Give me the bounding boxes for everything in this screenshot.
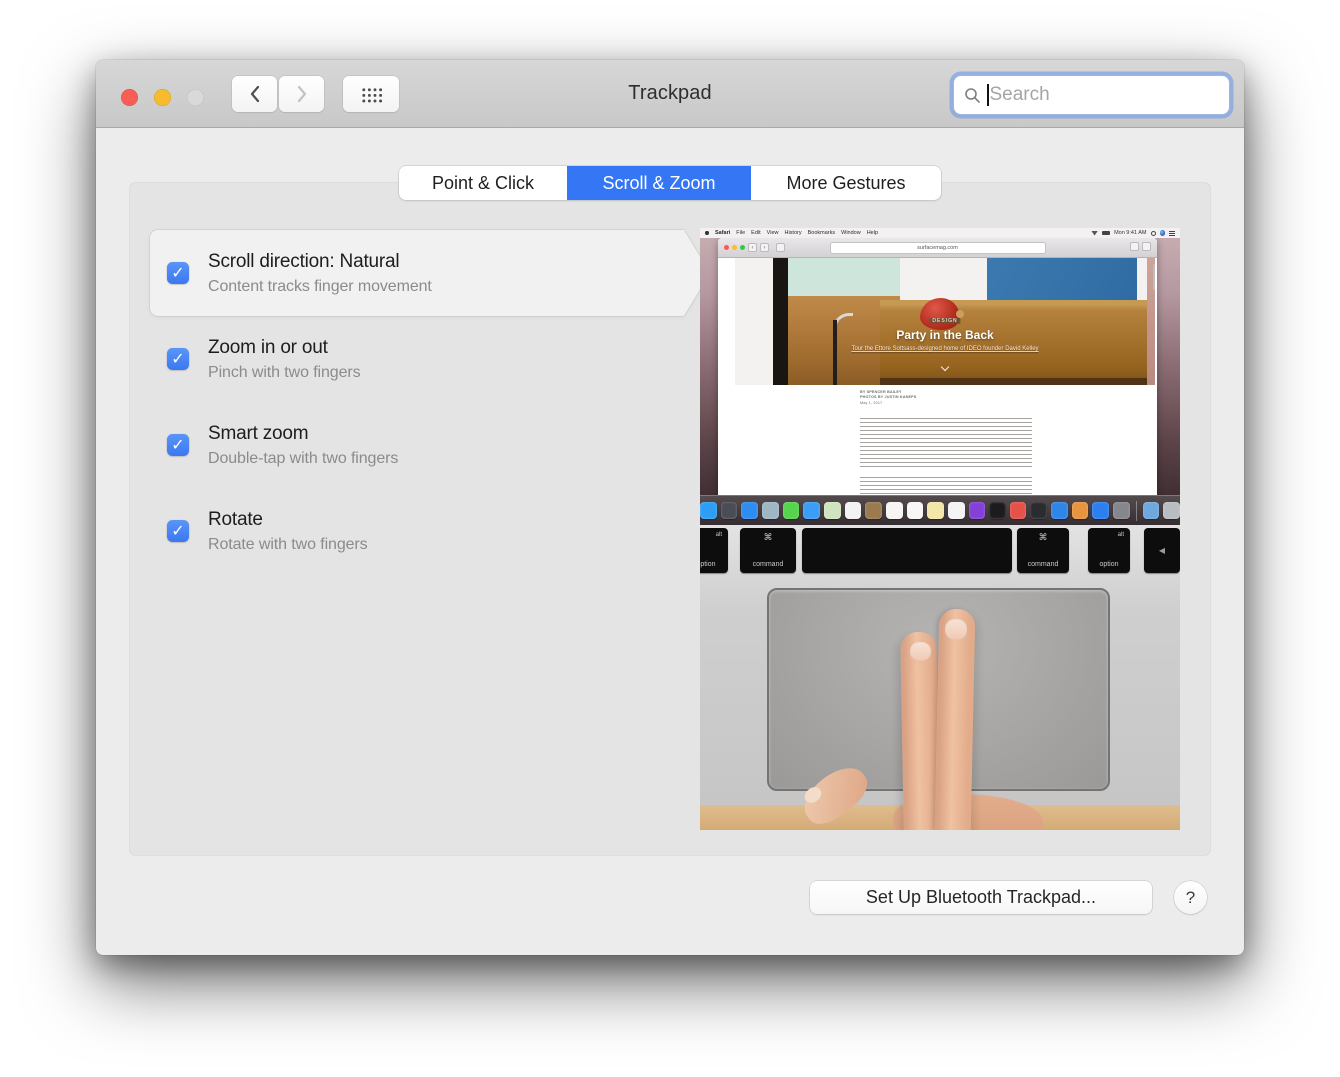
dock-divider [1136, 501, 1137, 521]
row-zoom-in-or-out[interactable]: ✓ Zoom in or out Pinch with two fingers [150, 316, 684, 402]
dock-icon-system-preferences [1113, 502, 1130, 519]
command-key-right: ⌘ command [1017, 528, 1069, 573]
index-fingernail [910, 642, 931, 661]
dock-icon-keynote [1051, 502, 1068, 519]
preview-menubar: Safari File Edit View History Bookmarks … [700, 228, 1180, 238]
middle-fingernail [945, 619, 967, 640]
space-bar-key [802, 528, 1012, 573]
dock-icon-stocks [1030, 502, 1047, 519]
article-paragraph [860, 418, 1032, 468]
row-smart-zoom[interactable]: ✓ Smart zoom Double-tap with two fingers [150, 402, 684, 488]
option-key-left: alt option [700, 528, 728, 573]
apple-menu-icon [705, 231, 709, 236]
preview-url-field: surfacemag.com [830, 242, 1046, 254]
setting-title: Zoom in or out [208, 337, 361, 359]
row-rotate[interactable]: ✓ Rotate Rotate with two fingers [150, 488, 684, 574]
dock-icon-itunes [948, 502, 965, 519]
titlebar: Trackpad Search [96, 60, 1244, 128]
dock-icon-contacts [865, 502, 882, 519]
setting-subtitle: Double-tap with two fingers [208, 450, 398, 468]
dock-icon-messages [783, 502, 800, 519]
preview-forward-icon: › [760, 243, 769, 252]
text-cursor [987, 84, 989, 106]
setting-title: Smart zoom [208, 423, 398, 445]
preview-safari-window: ‹ › surfacemag.com [718, 238, 1157, 495]
article-byline: BY SPENCER BAILEY [860, 390, 902, 395]
spotlight-icon [1151, 231, 1156, 236]
article-date: May 1, 2017 [860, 401, 882, 406]
dock-icon-photos [845, 502, 862, 519]
dock [700, 495, 1180, 525]
dock-icon-news [1010, 502, 1027, 519]
preview-close-icon [724, 245, 729, 250]
command-key-left: ⌘ command [740, 528, 796, 573]
dock-icon-calendar [886, 502, 903, 519]
preview-zoom-icon [740, 245, 745, 250]
dock-icon-appstore [1092, 502, 1109, 519]
row-scroll-direction[interactable]: ✓ Scroll direction: Natural Content trac… [150, 230, 684, 316]
preview-scrollbar [1153, 264, 1155, 290]
dock-icon-tv [989, 502, 1006, 519]
settings-pane: ✓ Scroll direction: Natural Content trac… [130, 183, 1210, 855]
menubar-clock: Mon 9:41 AM [1114, 230, 1146, 236]
setting-title: Rotate [208, 509, 368, 531]
battery-icon [1102, 231, 1110, 235]
tab-point-and-click[interactable]: Point & Click [399, 166, 567, 200]
search-field[interactable]: Search [953, 75, 1230, 115]
wifi-icon [1091, 231, 1098, 236]
preview-safari-toolbar: ‹ › surfacemag.com [718, 238, 1157, 258]
option-key-right: alt option [1088, 528, 1130, 573]
hero-subtitle: Tour the Ettore Sottsass-designed home o… [735, 346, 1155, 352]
gesture-settings-list: ✓ Scroll direction: Natural Content trac… [150, 230, 684, 574]
dock-icon-notes [927, 502, 944, 519]
dock-icon-downloads-folder [1143, 502, 1160, 519]
preview-sidebar-icon [776, 243, 785, 252]
setting-subtitle: Content tracks finger movement [208, 278, 432, 296]
search-icon [964, 87, 981, 104]
dock-icon-pages [1072, 502, 1089, 519]
siri-icon [1160, 230, 1166, 236]
help-button[interactable]: ? [1174, 881, 1207, 914]
hero-headline: Party in the Back [735, 328, 1155, 342]
setting-title: Scroll direction: Natural [208, 251, 432, 273]
left-arrow-key: ◀ [1144, 528, 1180, 573]
preview-share-icon [1130, 242, 1139, 251]
preview-desktop-wallpaper: ‹ › surfacemag.com [700, 228, 1180, 525]
gesture-preview-video: ‹ › surfacemag.com [700, 228, 1180, 830]
checkbox-zoom-in-or-out[interactable]: ✓ [167, 348, 189, 370]
setting-subtitle: Pinch with two fingers [208, 364, 361, 382]
setup-bluetooth-trackpad-button[interactable]: Set Up Bluetooth Trackpad... [810, 881, 1152, 914]
preview-back-icon: ‹ [748, 243, 757, 252]
hero-category-tag: DESIGN [929, 318, 960, 324]
tab-scroll-and-zoom[interactable]: Scroll & Zoom [567, 166, 751, 200]
index-finger [900, 632, 939, 830]
trackpad-preferences-window: Trackpad Search Point & Click Scroll & Z… [96, 60, 1244, 955]
article-photo-credit: PHOTOS BY JUSTIN KANEPS [860, 395, 916, 400]
gesture-tabs: Point & Click Scroll & Zoom More Gesture… [399, 166, 941, 200]
article-paragraph [860, 477, 1032, 495]
setting-subtitle: Rotate with two fingers [208, 536, 368, 554]
preview-article: BY SPENCER BAILEY PHOTOS BY JUSTIN KANEP… [735, 385, 1155, 495]
preview-tabs-icon [1142, 242, 1151, 251]
middle-finger [935, 609, 976, 830]
preview-minimize-icon [732, 245, 737, 250]
checkbox-smart-zoom[interactable]: ✓ [167, 434, 189, 456]
checkbox-scroll-direction[interactable]: ✓ [167, 262, 189, 284]
dock-icon-facetime [803, 502, 820, 519]
checkbox-rotate[interactable]: ✓ [167, 520, 189, 542]
search-placeholder: Search [990, 84, 1050, 106]
preview-hero-image: DESIGN Party in the Back Tour the Ettore… [735, 258, 1155, 385]
dock-icon-safari [741, 502, 758, 519]
dock-icon-podcasts [969, 502, 986, 519]
red-sculpture [920, 298, 960, 330]
tab-more-gestures[interactable]: More Gestures [751, 166, 941, 200]
dock-icon-trash [1163, 502, 1180, 519]
dock-icon-preview [762, 502, 779, 519]
dock-icon-reminders [907, 502, 924, 519]
notification-center-icon [1169, 231, 1175, 236]
dock-icon-maps [824, 502, 841, 519]
dock-icon-launchpad [721, 502, 738, 519]
dock-icon-finder [700, 502, 717, 519]
